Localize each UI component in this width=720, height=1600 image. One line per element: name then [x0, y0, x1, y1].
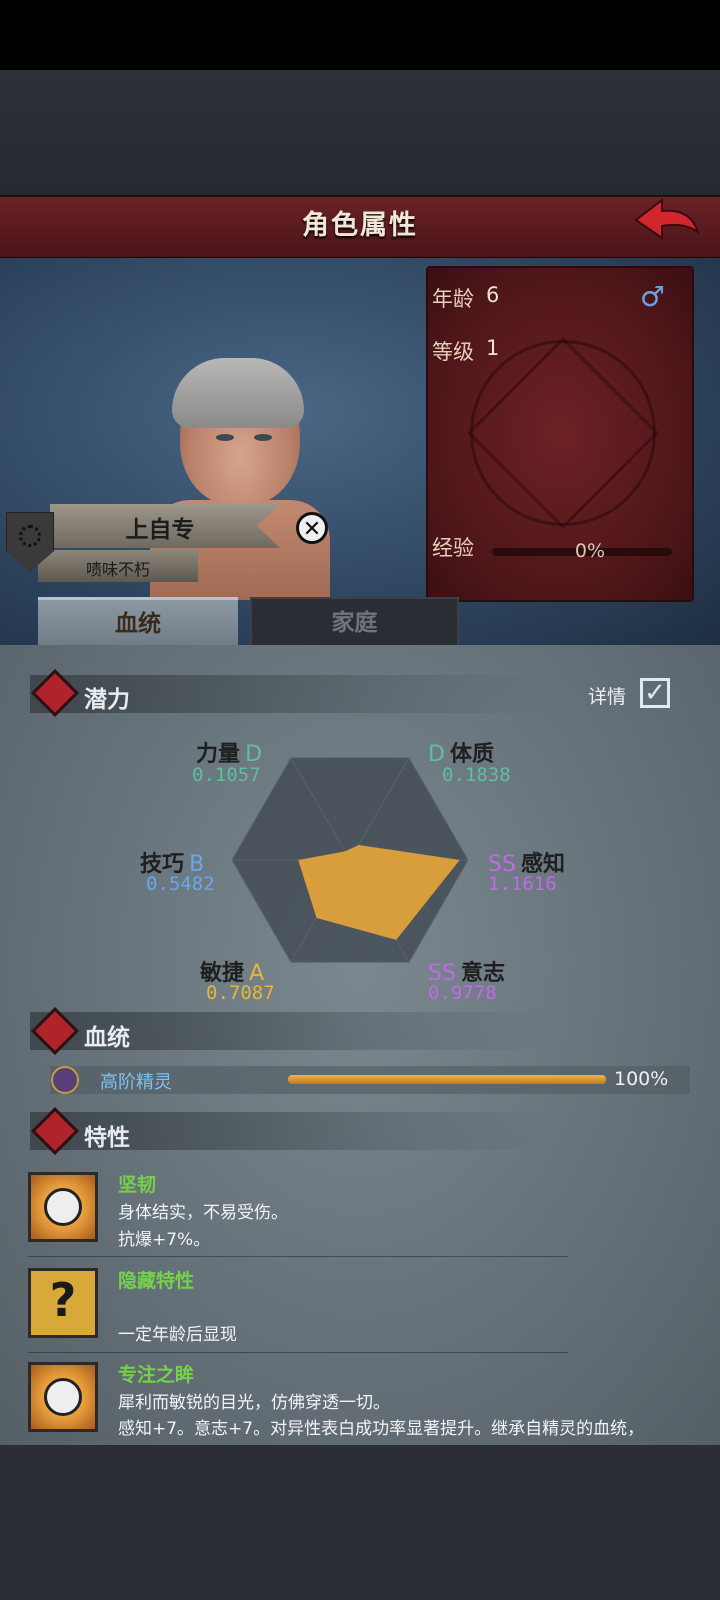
age-value: 6 [486, 283, 500, 307]
trait-divider [28, 1256, 568, 1257]
stat-value: 0.1057 [192, 764, 261, 786]
smiley-face [44, 1188, 82, 1226]
stat-value: 0.1838 [442, 764, 511, 786]
stat-value: 0.7087 [206, 982, 275, 1004]
tab-family[interactable]: 家庭 [250, 597, 459, 649]
stat-value: 0.9778 [428, 982, 497, 1004]
exp-label: 经验 [432, 536, 474, 560]
traits-title: 特性 [84, 1125, 130, 1151]
stat-value: 0.5482 [146, 873, 215, 895]
close-icon[interactable]: ✕ [296, 512, 328, 544]
portrait-eye [254, 434, 272, 441]
bloodline-title: 血统 [84, 1025, 130, 1051]
elf-bloodline-icon [51, 1066, 79, 1094]
details-checkbox[interactable]: ✓ [640, 678, 670, 708]
tab-bloodline[interactable]: 血统 [38, 597, 238, 648]
trait-title: 专注之眸 [118, 1364, 195, 1386]
level-value: 1 [486, 336, 500, 360]
portrait-hair [172, 358, 304, 428]
smiley-face [44, 1378, 82, 1416]
background-top [0, 70, 720, 195]
header-bar: 角色属性 [0, 195, 720, 260]
trait-effect: 感知+7。意志+7。对异性表白成功率显著提升。继承自精灵的血统， [118, 1419, 645, 1439]
bloodline-percent: 100% [614, 1068, 669, 1090]
back-arrow-icon[interactable] [632, 196, 702, 246]
character-title: 啧味不朽 [85, 560, 150, 579]
smiley-sun-icon[interactable] [28, 1172, 98, 1242]
bottom-area [0, 1445, 720, 1600]
trait-title: 坚韧 [118, 1174, 157, 1196]
character-name[interactable]: 上自专 [80, 510, 240, 544]
bloodline-name: 高阶精灵 [100, 1072, 172, 1093]
portrait-eye [216, 434, 234, 441]
level-label: 等级 [432, 340, 474, 364]
male-icon: ♂ [640, 280, 666, 313]
trait-title: 隐藏特性 [118, 1270, 195, 1292]
trait-divider [28, 1352, 568, 1353]
stat-value: 1.1616 [488, 873, 557, 895]
details-label: 详情 [588, 686, 627, 708]
question-mark-icon[interactable]: ? [28, 1268, 98, 1338]
potential-title: 潜力 [84, 687, 130, 713]
page-title: 角色属性 [302, 210, 418, 241]
smiley-sun-icon[interactable] [28, 1362, 98, 1432]
exp-value: 0% [574, 540, 606, 562]
status-bar-area [0, 0, 720, 70]
trait-desc: 犀利而敏锐的目光，仿佛穿透一切。 [118, 1393, 390, 1413]
age-label: 年龄 [432, 287, 474, 311]
bloodline-progress-fill [288, 1075, 606, 1084]
trait-effect: 一定年龄后显现 [118, 1325, 237, 1345]
trait-desc: 身体结实，不易受伤。 [118, 1203, 288, 1223]
trait-effect: 抗爆+7%。 [118, 1230, 211, 1250]
